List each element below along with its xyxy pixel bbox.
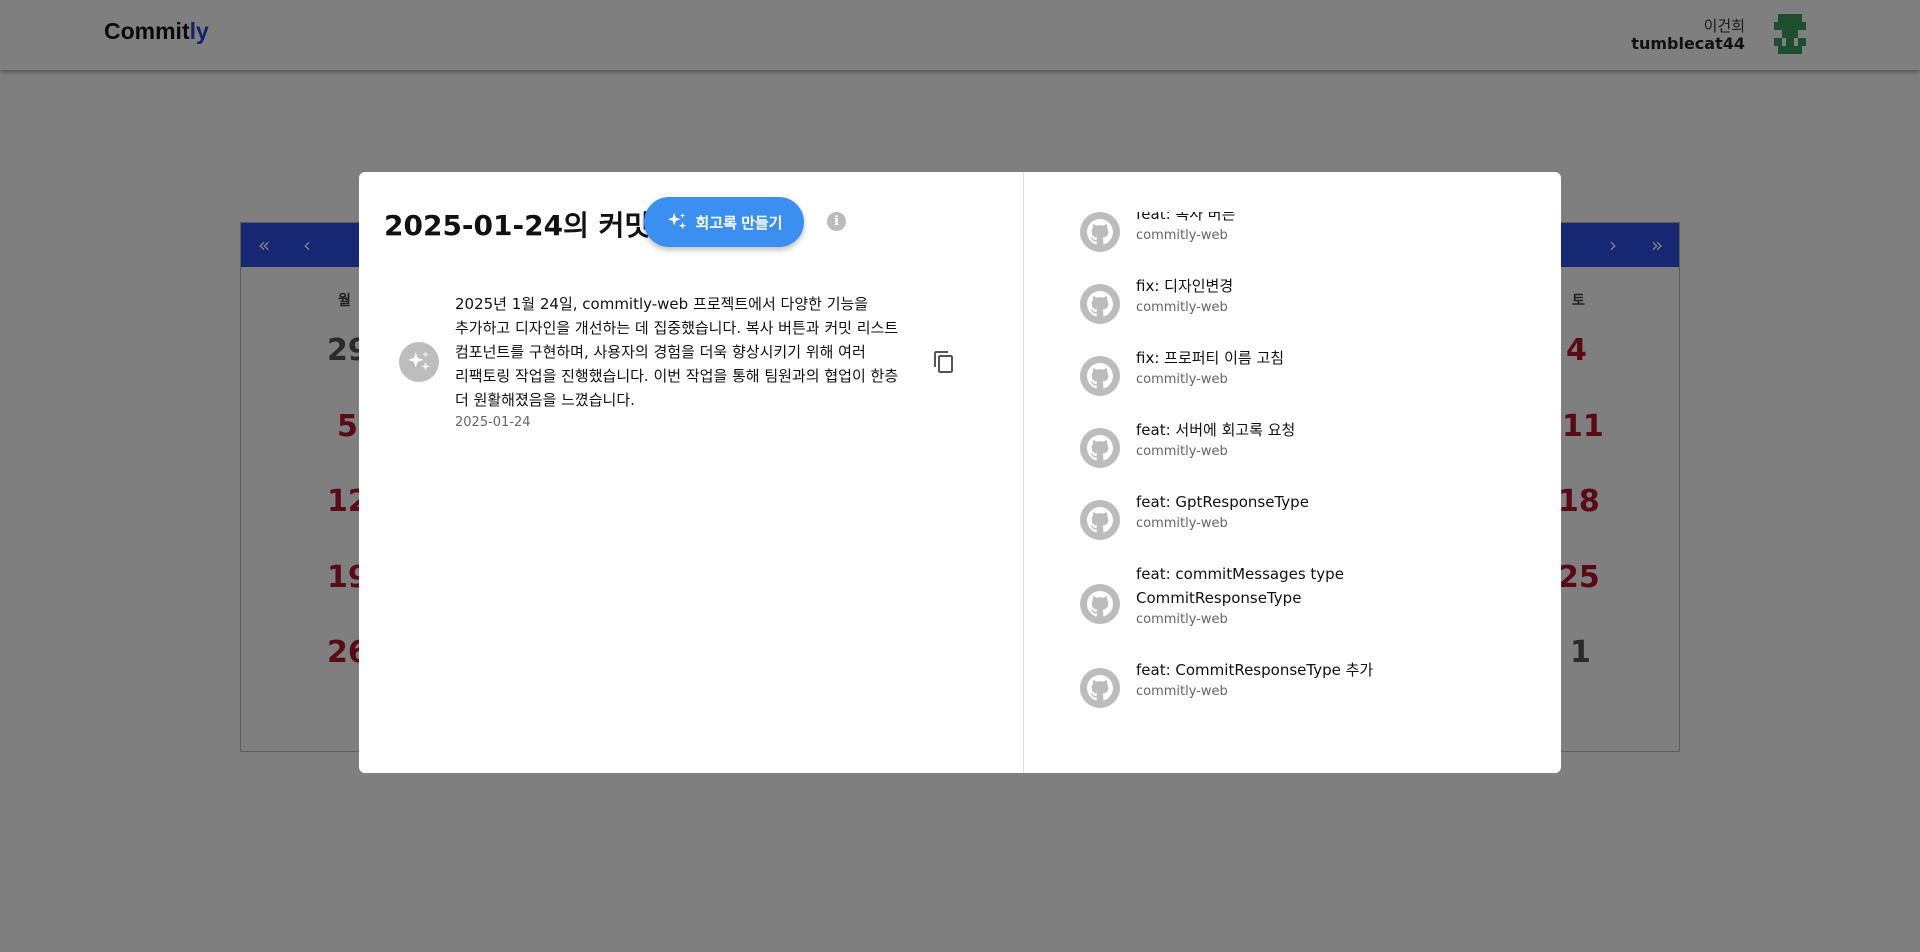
commit-repo: commitly-web: [1136, 228, 1228, 243]
info-icon[interactable]: i: [827, 212, 846, 231]
commit-repo: commitly-web: [1136, 300, 1228, 315]
retrospective-pane: 2025-01-24의 커밋 회고록 만들기 i 2025년 1월 24일, c…: [359, 172, 1024, 773]
commit-message: fix: 디자인변경: [1136, 277, 1234, 295]
create-retrospective-button[interactable]: 회고록 만들기: [644, 197, 804, 247]
retrospective-date: 2025-01-24: [455, 415, 531, 430]
commit-message: feat: 서버에 회고록 요청: [1136, 421, 1296, 439]
github-icon: [1080, 212, 1120, 252]
commit-repo: commitly-web: [1136, 444, 1228, 459]
github-icon: [1080, 428, 1120, 468]
commit-message: feat: CommitResponseType 추가: [1136, 661, 1374, 679]
ai-avatar: [399, 342, 439, 382]
github-icon: [1080, 584, 1120, 624]
commit-repo: commitly-web: [1136, 612, 1228, 627]
commit-repo: commitly-web: [1136, 372, 1228, 387]
github-icon: [1080, 668, 1120, 708]
commit-message: fix: 프로퍼티 이름 고침: [1136, 349, 1285, 367]
create-retrospective-label: 회고록 만들기: [695, 214, 783, 232]
github-icon: [1080, 500, 1120, 540]
copy-icon[interactable]: [932, 350, 956, 374]
sparkle-icon: [408, 351, 430, 371]
commit-repo: commitly-web: [1136, 516, 1228, 531]
modal-title: 2025-01-24의 커밋: [384, 209, 651, 242]
commit-message: feat: GptResponseType: [1136, 493, 1309, 511]
commit-list[interactable]: feat: 복사 버튼 commitly-web fix: 디자인변경 comm…: [1025, 212, 1561, 715]
commit-modal: 2025-01-24의 커밋 회고록 만들기 i 2025년 1월 24일, c…: [359, 172, 1561, 773]
github-icon: [1080, 284, 1120, 324]
commit-message: feat: commitMessages type CommitResponse…: [1136, 565, 1344, 607]
sparkle-icon: [667, 212, 686, 230]
commit-message: feat: 복사 버튼: [1136, 212, 1236, 223]
github-icon: [1080, 356, 1120, 396]
commit-repo: commitly-web: [1136, 684, 1228, 699]
retrospective-text: 2025년 1월 24일, commitly-web 프로젝트에서 다양한 기능…: [455, 295, 899, 409]
commit-list-pane: feat: 복사 버튼 commitly-web fix: 디자인변경 comm…: [1025, 172, 1561, 773]
